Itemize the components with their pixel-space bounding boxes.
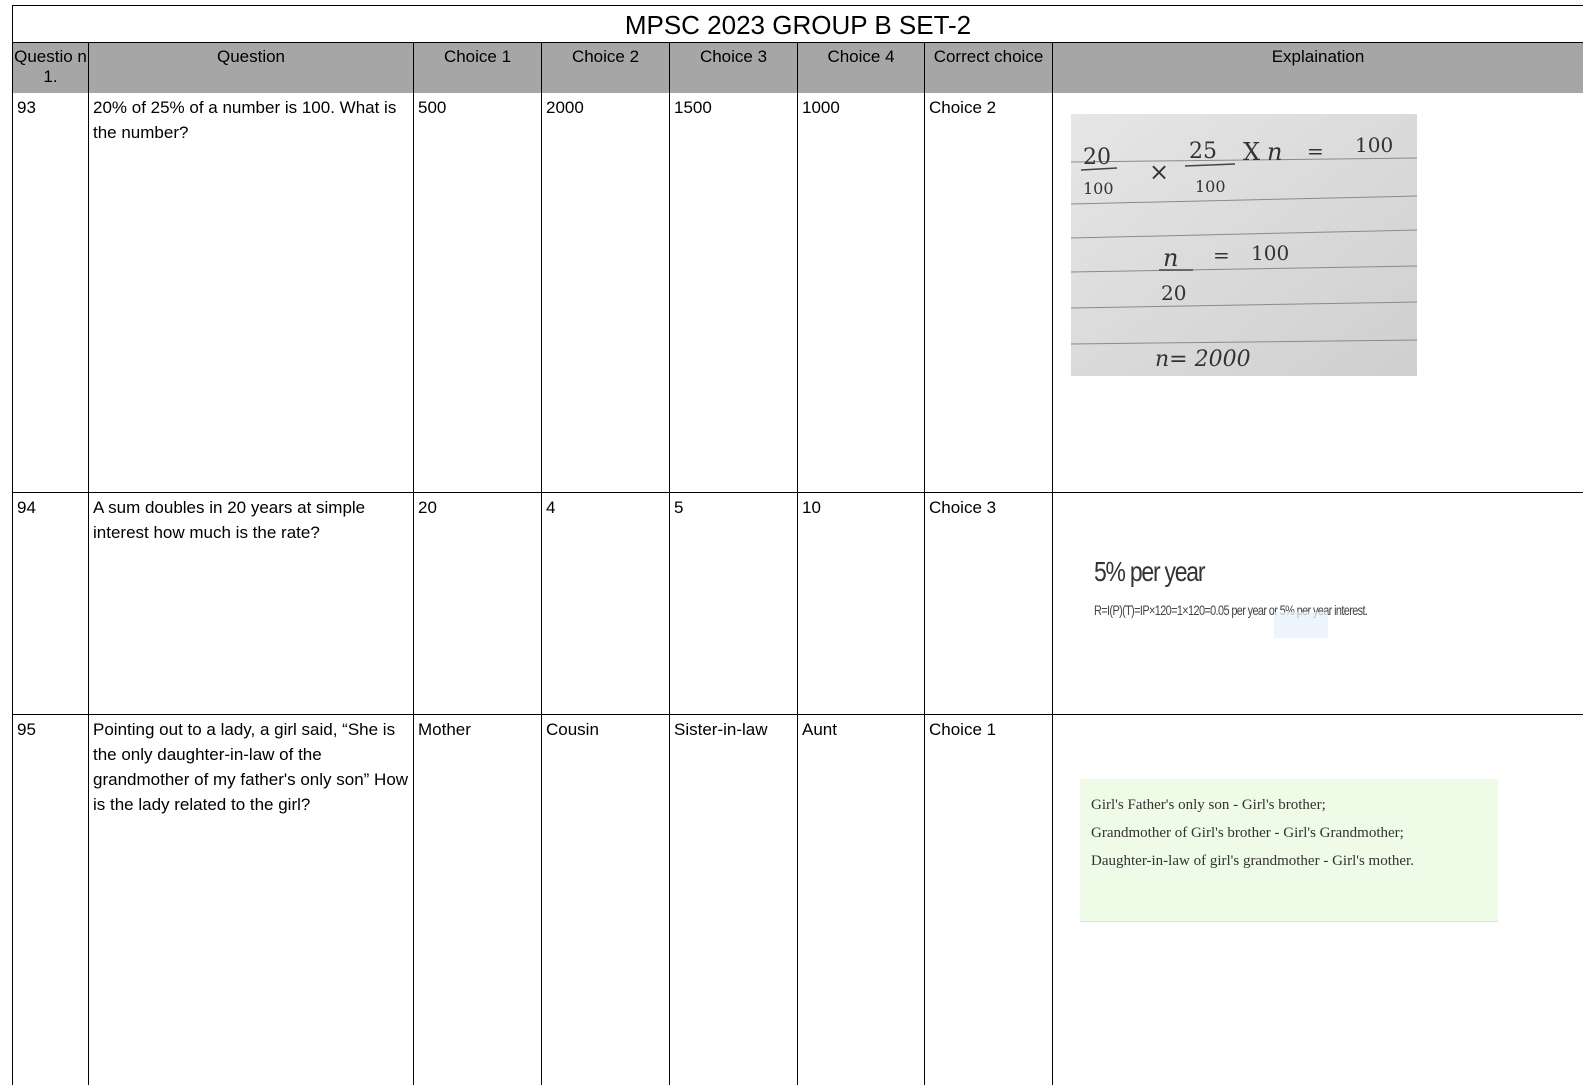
header-question-number-label: Questio n 1. — [14, 47, 87, 86]
table-row-94-number: 94 — [12, 493, 89, 715]
hw-line4: 20 — [1161, 281, 1186, 305]
hw-line3-eq: = — [1213, 243, 1230, 267]
hw-line1-n: n — [1267, 138, 1282, 166]
table-row-93-choice-2: 2000 — [542, 93, 670, 493]
table-row-93-number: 93 — [12, 93, 89, 493]
rate-formula-highlight — [1274, 612, 1328, 638]
header-explanation: Explaination — [1053, 43, 1583, 93]
hw-line3-n: n — [1163, 244, 1178, 272]
hw-line1-mid: 25 — [1189, 139, 1217, 164]
table-row-94-choice-2: 4 — [542, 493, 670, 715]
table-row-93-question: 20% of 25% of a number is 100. What is t… — [89, 93, 414, 493]
header-choice-1: Choice 1 — [414, 43, 542, 93]
relation-line-1: Girl's Father's only son - Girl's brothe… — [1091, 797, 1326, 813]
table-row-95-choice-2: Cousin — [542, 715, 670, 1085]
header-question: Question — [89, 43, 414, 93]
table-row-95-choice-1: Mother — [414, 715, 542, 1085]
header-choice-3: Choice 3 — [670, 43, 798, 93]
relation-solution-box: Girl's Father's only son - Girl's brothe… — [1080, 779, 1498, 922]
table-row-93-choice-3: 1500 — [670, 93, 798, 493]
sheet-title: MPSC 2023 GROUP B SET-2 — [12, 5, 1583, 43]
table-row-93-correct: Choice 2 — [925, 93, 1053, 493]
table-row-95-choice-3: Sister-in-law — [670, 715, 798, 1085]
spreadsheet: MPSC 2023 GROUP B SET-2 Questio n 1. Que… — [0, 0, 1583, 1085]
table-row-95-choice-4: Aunt — [798, 715, 925, 1085]
table-row-95-correct: Choice 1 — [925, 715, 1053, 1085]
header-choice-2: Choice 2 — [542, 43, 670, 93]
header-correct-choice: Correct choice — [925, 43, 1053, 93]
table-row-95-question: Pointing out to a lady, a girl said, “Sh… — [89, 715, 414, 1085]
hw-line1-eq: = — [1307, 139, 1324, 163]
table-row-93-choice-1: 500 — [414, 93, 542, 493]
table-row-95-number: 95 — [12, 715, 89, 1085]
rate-solution-image: 5% per year R=I(P)(T)=IP×120=1×120=0.05 … — [1094, 556, 1394, 646]
handwritten-solution-image: 20 × 25 X n = 100 100 100 n = 100 20 n= … — [1071, 114, 1417, 376]
hw-line1-x: X — [1243, 138, 1260, 166]
table-row-94-choice-1: 20 — [414, 493, 542, 715]
hw-line3-val: 100 — [1251, 241, 1289, 265]
hw-line5: n= 2000 — [1155, 347, 1251, 372]
hw-line2-mid: 100 — [1195, 177, 1226, 196]
hw-line1-left: 20 — [1083, 145, 1111, 170]
hw-line2-left: 100 — [1083, 179, 1114, 198]
relation-line-2: Grandmother of Girl's brother - Girl's G… — [1091, 825, 1404, 841]
hw-line1-val: 100 — [1355, 133, 1393, 157]
relation-line-3: Daughter-in-law of girl's grandmother - … — [1091, 853, 1414, 869]
header-question-number: Questio n 1. — [12, 43, 89, 93]
table-row-94-choice-3: 5 — [670, 493, 798, 715]
header-choice-4: Choice 4 — [798, 43, 925, 93]
table-row-94-choice-4: 10 — [798, 493, 925, 715]
rate-headline: 5% per year — [1094, 556, 1205, 587]
table-row-93-choice-4: 1000 — [798, 93, 925, 493]
hw-times-sign: × — [1149, 158, 1169, 186]
table-row-94-correct: Choice 3 — [925, 493, 1053, 715]
table-row-94-question: A sum doubles in 20 years at simple inte… — [89, 493, 414, 715]
